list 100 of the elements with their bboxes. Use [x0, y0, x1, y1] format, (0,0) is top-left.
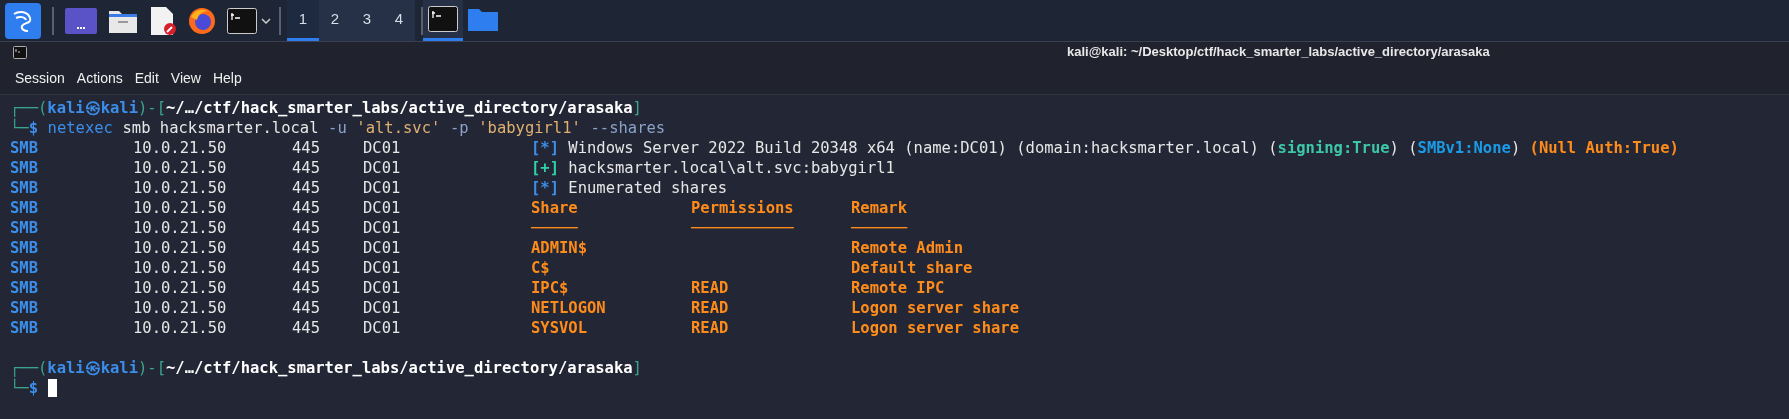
protocol-label: SMB: [10, 318, 39, 338]
prompt-path: ~/…/ctf/hack_smarter_labs/active_directory/arasaka: [166, 98, 633, 118]
status-tag: [*]: [531, 178, 559, 198]
share-table-cell: READ: [691, 279, 729, 297]
host-name: DC01: [363, 258, 402, 278]
prompt-symbol: $: [28, 379, 38, 398]
command-text: -u: [328, 118, 347, 138]
host-address: 10.0.21.50: [133, 318, 228, 338]
status-tag: [+]: [531, 158, 559, 178]
share-table-cell: Logon server share: [851, 299, 1019, 317]
protocol-label: SMB: [10, 178, 39, 198]
protocol-label: SMB: [10, 138, 39, 158]
workspace-button[interactable]: 4: [383, 0, 415, 41]
terminal-icon: [13, 45, 27, 59]
menu-item[interactable]: Actions: [71, 67, 128, 89]
port-number: 445: [292, 178, 321, 198]
share-table-cell: Permissions: [691, 199, 794, 217]
menu-item[interactable]: Help: [207, 67, 247, 89]
share-table-cell: ─────: [531, 219, 578, 237]
workspace-button[interactable]: 1: [287, 0, 319, 41]
protocol-label: SMB: [10, 238, 39, 258]
protocol-label: SMB: [10, 158, 39, 178]
host-address: 10.0.21.50: [133, 278, 228, 298]
prompt-frame: )-[: [138, 98, 166, 118]
desktop-icon[interactable]: [65, 7, 97, 34]
protocol-label: SMB: [10, 278, 39, 298]
host-name: DC01: [363, 278, 402, 298]
prompt-frame: └─: [10, 378, 29, 398]
prompt-frame: ┌──(: [10, 358, 48, 378]
host-address: 10.0.21.50: [133, 178, 228, 198]
output-text: hacksmarter.local\alt.svc:babygirl1: [567, 158, 895, 178]
host-name: DC01: [363, 238, 402, 258]
command-text: 'babygirl1': [478, 118, 581, 138]
port-number: 445: [292, 318, 321, 338]
prompt-symbol: $: [28, 119, 38, 138]
port-number: 445: [292, 258, 321, 278]
menu-item[interactable]: Session: [10, 67, 70, 89]
text-editor-icon[interactable]: [149, 5, 177, 36]
host-name: DC01: [363, 298, 402, 318]
host-address: 10.0.21.50: [133, 238, 228, 258]
output-text: Enumerated shares: [567, 178, 727, 198]
share-table-cell: READ: [691, 299, 729, 317]
share-table-cell: C$: [531, 259, 550, 277]
status-tag: [*]: [531, 138, 559, 158]
output-text: SMBv1:None: [1417, 138, 1511, 158]
folder-icon: [468, 7, 498, 31]
protocol-label: SMB: [10, 258, 39, 278]
host-name: DC01: [363, 138, 402, 158]
port-number: 445: [292, 278, 321, 298]
workspace-button[interactable]: 3: [351, 0, 383, 41]
host-name: DC01: [363, 178, 402, 198]
prompt-frame: └─: [10, 118, 29, 138]
prompt-user: kali㉿kali: [47, 98, 138, 118]
host-address: 10.0.21.50: [133, 198, 228, 218]
port-number: 445: [292, 158, 321, 178]
menu-item[interactable]: Edit: [129, 67, 164, 89]
output-text: ): [1510, 138, 1522, 158]
command-text: netexec: [47, 118, 113, 138]
share-table-cell: ───────────: [691, 219, 794, 237]
share-table-cell: Logon server share: [851, 319, 1019, 337]
command-text: -p: [449, 118, 469, 138]
terminal-icon[interactable]: [227, 7, 257, 34]
share-table-cell: SYSVOL: [531, 319, 587, 337]
output-text: (Null Auth:True): [1529, 138, 1679, 158]
host-name: DC01: [363, 218, 402, 238]
port-number: 445: [292, 298, 321, 318]
share-table-cell: Remote IPC: [851, 279, 945, 297]
share-table-cell: ADMIN$: [531, 239, 587, 257]
host-address: 10.0.21.50: [133, 158, 228, 178]
port-number: 445: [292, 218, 321, 238]
host-name: DC01: [363, 158, 402, 178]
share-table-cell: IPC$: [531, 279, 569, 297]
browser-icon[interactable]: [188, 6, 216, 35]
host-address: 10.0.21.50: [133, 138, 228, 158]
menu-item[interactable]: View: [165, 67, 206, 89]
prompt-path: ~/…/ctf/hack_smarter_labs/active_directory/arasaka: [166, 358, 633, 378]
protocol-label: SMB: [10, 198, 39, 218]
output-text: ) (: [1389, 138, 1418, 158]
workspace-button[interactable]: 2: [319, 0, 351, 41]
port-number: 445: [292, 138, 321, 158]
output-text: signing:True: [1277, 138, 1390, 158]
share-table-cell: NETLOGON: [531, 299, 606, 317]
share-table-cell: READ: [691, 319, 729, 337]
command-text: 'alt.svc': [356, 118, 441, 138]
command-text: --shares: [590, 118, 666, 138]
window-title: kali@kali: ~/Desktop/ctf/hack_smarter_labs/active_directory/arasaka: [1067, 43, 1490, 62]
terminal-icon: [428, 6, 458, 32]
share-table-cell: Share: [531, 199, 578, 217]
prompt-frame: ┌──(: [10, 98, 48, 118]
host-name: DC01: [363, 318, 402, 338]
command-text: smb hacksmarter.local: [122, 118, 319, 138]
host-name: DC01: [363, 198, 402, 218]
prompt-user: kali㉿kali: [47, 358, 138, 378]
task-button[interactable]: [423, 0, 463, 41]
output-text: Windows Server 2022 Build 20348 x64 (name:DC01) (domain:hacksmarter.local) (: [567, 138, 1278, 158]
share-table-cell: ──────: [851, 219, 907, 237]
share-table-cell: Remote Admin: [851, 239, 963, 257]
app-menu-button[interactable]: [5, 2, 41, 39]
chevron-down-icon[interactable]: [261, 17, 271, 24]
host-address: 10.0.21.50: [133, 298, 228, 318]
